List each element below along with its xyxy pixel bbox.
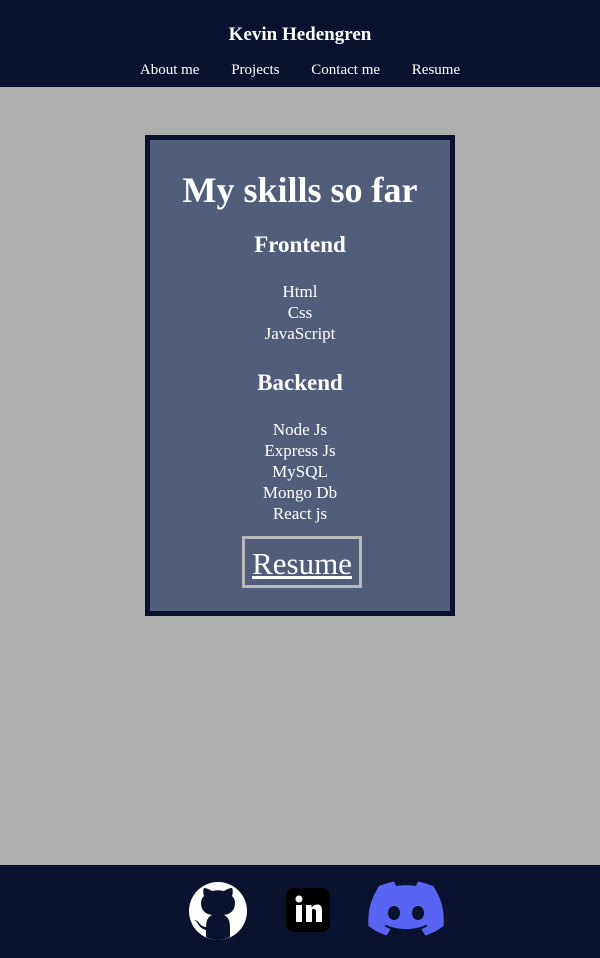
nav-resume[interactable]: Resume <box>412 62 460 78</box>
linkedin-icon[interactable] <box>286 888 330 932</box>
backend-skill-list: Node Js Express Js MySQL Mongo Db React … <box>150 419 450 524</box>
nav-projects[interactable]: Projects <box>231 62 279 78</box>
frontend-heading: Frontend <box>254 232 346 257</box>
github-icon[interactable] <box>188 881 248 941</box>
main-nav: About me Projects Contact me Resume <box>0 61 600 79</box>
skill-item: Css <box>287 303 313 322</box>
skill-item: Express Js <box>264 441 336 460</box>
resume-button[interactable]: Resume <box>242 536 362 588</box>
site-footer <box>0 865 600 958</box>
skill-item: MySQL <box>272 462 328 481</box>
site-header: Kevin Hedengren About me Projects Contac… <box>0 0 600 87</box>
site-title: Kevin Hedengren <box>228 24 372 45</box>
backend-heading: Backend <box>257 370 343 395</box>
skill-item: Html <box>282 282 318 301</box>
skill-item: Mongo Db <box>262 483 338 502</box>
frontend-skill-list: Html Css JavaScript <box>150 281 450 344</box>
skills-card: My skills so far Frontend Html Css JavaS… <box>145 135 455 616</box>
skill-item: Node Js <box>272 420 328 439</box>
skill-item: React js <box>272 504 328 523</box>
skill-item: JavaScript <box>264 324 336 343</box>
discord-icon[interactable] <box>367 881 445 941</box>
skills-title: My skills so far <box>182 170 418 210</box>
nav-contact-me[interactable]: Contact me <box>311 62 380 78</box>
nav-about-me[interactable]: About me <box>140 62 200 78</box>
